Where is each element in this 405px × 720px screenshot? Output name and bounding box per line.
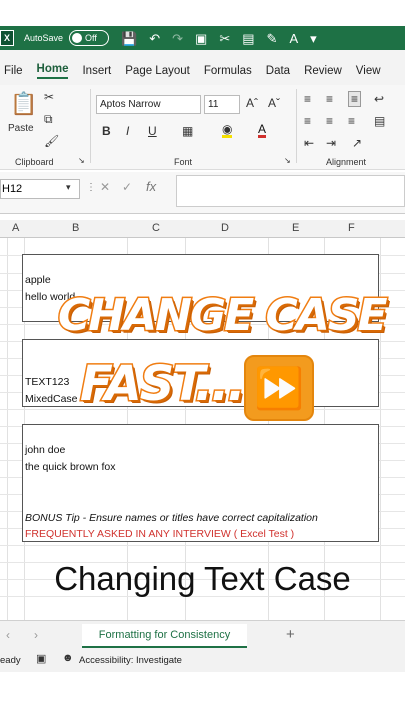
excel-logo-icon: X	[0, 30, 14, 46]
more-options-icon[interactable]: ⋮	[86, 183, 96, 193]
grow-font-icon[interactable]: Aˆ	[246, 97, 258, 109]
gridline	[0, 545, 405, 546]
align-top-icon[interactable]: ≡	[304, 93, 311, 105]
next-sheet-icon[interactable]: ›	[34, 629, 38, 641]
paste-icon[interactable]: 📋	[10, 93, 37, 115]
tab-home[interactable]: Home	[36, 63, 69, 79]
quick-access-toolbar: X AutoSave Off 💾 ↶ ↷ ▣ ✂ ▤ ✎ A ▾	[0, 26, 405, 50]
align-middle-icon[interactable]: ≡	[326, 93, 333, 105]
add-sheet-icon[interactable]: +	[286, 627, 295, 642]
edit-icon[interactable]: ✎	[267, 32, 278, 45]
ribbon: 📋 Paste ✂ ⧉ 🖌 Clipboard ↘ Aptos Narrow 1…	[0, 85, 405, 170]
tab-view[interactable]: View	[356, 65, 381, 77]
tab-file[interactable]: File	[4, 65, 23, 77]
accessibility-icon[interactable]: ☻	[62, 653, 74, 664]
toggle-label: Off	[85, 33, 97, 43]
format-icon[interactable]: ▣	[195, 32, 207, 45]
cut-icon[interactable]: ✂	[219, 32, 230, 45]
align-bottom-icon[interactable]: ≡	[348, 91, 362, 107]
format-painter-icon[interactable]: 🖌	[44, 135, 59, 147]
indent-icon[interactable]: ⇤	[304, 137, 314, 149]
borders-icon[interactable]: ▦	[182, 125, 193, 137]
tab-formulas[interactable]: Formulas	[204, 65, 252, 77]
toggle-knob	[72, 33, 83, 43]
paste-label[interactable]: Paste	[8, 123, 34, 134]
excel-window: X AutoSave Off 💾 ↶ ↷ ▣ ✂ ▤ ✎ A ▾ File Ho…	[0, 0, 405, 720]
chevron-down-icon[interactable]: ▾	[66, 183, 71, 192]
dialog-launcher-icon[interactable]: ↘	[284, 157, 291, 165]
cell-john-doe[interactable]: john doe	[25, 444, 65, 456]
example-box-1	[22, 254, 379, 322]
cell-hello-world[interactable]: hello world	[25, 291, 75, 303]
bonus-tip-text[interactable]: BONUS Tip - Ensure names or titles have …	[25, 512, 318, 524]
cell-quick-brown-fox[interactable]: the quick brown fox	[25, 461, 115, 473]
divider	[296, 89, 297, 163]
shrink-font-icon[interactable]: Aˇ	[268, 97, 280, 109]
autosave-label: AutoSave	[24, 33, 64, 43]
copy-icon[interactable]: ⧉	[44, 113, 53, 125]
calculator-icon[interactable]: ▤	[242, 32, 254, 45]
cell-mixedcase[interactable]: MixedCase	[25, 393, 78, 405]
sheet-tab-formatting[interactable]: Formatting for Consistency	[82, 624, 247, 648]
tab-review[interactable]: Review	[304, 65, 342, 77]
clipboard-label: Clipboard	[15, 157, 54, 167]
formula-input[interactable]	[176, 175, 405, 207]
interview-note-text[interactable]: FREQUENTLY ASKED IN ANY INTERVIEW ( Exce…	[25, 528, 294, 540]
divider	[90, 89, 91, 163]
status-ready: eady	[0, 655, 21, 666]
align-center-icon[interactable]: ≡	[326, 115, 333, 127]
dialog-launcher-icon[interactable]: ↘	[78, 157, 85, 165]
undo-icon[interactable]: ↶	[149, 32, 160, 45]
formula-bar: H12 ▾ ⋮ ✕ ✓ fx	[0, 172, 405, 214]
insert-function-icon[interactable]: fx	[146, 179, 156, 194]
orientation-icon[interactable]: ↗	[352, 137, 362, 149]
column-header-e[interactable]: E	[292, 222, 299, 234]
column-header-b[interactable]: B	[72, 222, 79, 234]
font-color-icon[interactable]: A	[258, 123, 267, 138]
tab-insert[interactable]: Insert	[82, 65, 111, 77]
title-bar	[0, 0, 405, 28]
italic-button[interactable]: I	[126, 125, 129, 137]
align-right-icon[interactable]: ≡	[348, 115, 355, 127]
gridline	[0, 409, 405, 410]
bold-button[interactable]: B	[102, 125, 111, 137]
prev-sheet-icon[interactable]: ‹	[6, 629, 10, 641]
example-box-3	[22, 424, 379, 542]
sheet-tabs-bar: ‹ › Formatting for Consistency +	[0, 620, 405, 650]
video-caption-title: Changing Text Case	[54, 560, 351, 597]
autosave-toggle[interactable]: Off	[69, 30, 110, 46]
alignment-label: Alignment	[326, 157, 367, 167]
tab-data[interactable]: Data	[266, 65, 290, 77]
cancel-icon[interactable]: ✕	[100, 181, 110, 193]
enter-icon[interactable]: ✓	[122, 181, 132, 193]
font-color-icon[interactable]: A	[289, 32, 298, 45]
column-header-c[interactable]: C	[152, 222, 160, 234]
cell-apple[interactable]: apple	[25, 274, 51, 286]
gridline	[0, 324, 405, 325]
redo-icon[interactable]: ↷	[172, 32, 183, 45]
font-group-label: Font	[174, 157, 193, 167]
font-name-select[interactable]: Aptos Narrow	[96, 95, 201, 114]
wrap-text-icon[interactable]: ↩	[374, 93, 384, 105]
blank-area	[0, 672, 405, 720]
cut-icon[interactable]: ✂	[44, 91, 54, 103]
status-bar: eady ▣ ☻ Accessibility: Investigate	[0, 650, 405, 672]
save-icon[interactable]: 💾	[121, 32, 137, 45]
font-size-select[interactable]: 11	[204, 95, 240, 114]
outdent-icon[interactable]: ⇥	[326, 137, 336, 149]
macro-record-icon[interactable]: ▣	[36, 654, 46, 665]
tab-page-layout[interactable]: Page Layout	[125, 65, 190, 77]
column-header-f[interactable]: F	[348, 222, 355, 234]
underline-button[interactable]: U	[148, 125, 157, 137]
column-headers: A B C D E F	[0, 220, 405, 238]
fill-color-icon[interactable]: ◉	[222, 123, 233, 138]
column-header-d[interactable]: D	[221, 222, 229, 234]
merge-center-icon[interactable]: ▤	[374, 115, 385, 127]
align-left-icon[interactable]: ≡	[304, 115, 311, 127]
cell-text123[interactable]: TEXT123	[25, 376, 69, 388]
status-accessibility[interactable]: Accessibility: Investigate	[79, 655, 182, 666]
more-icon[interactable]: ▾	[310, 32, 317, 45]
column-header-a[interactable]: A	[12, 222, 19, 234]
